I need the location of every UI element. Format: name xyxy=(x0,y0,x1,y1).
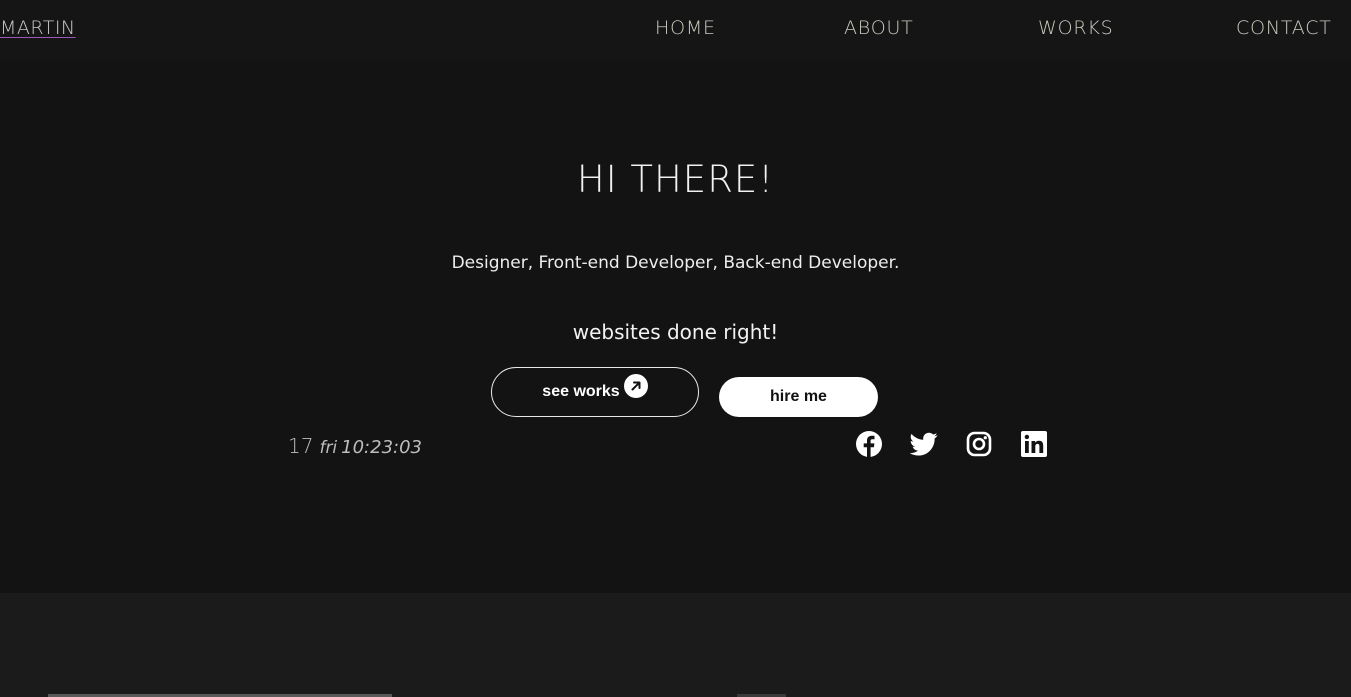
nav-link-contact[interactable]: CONTACT xyxy=(1236,17,1332,39)
navbar: MARTIN HOME ABOUT WORKS CONTACT xyxy=(0,0,1351,60)
nav-link-works[interactable]: WORKS xyxy=(1038,17,1113,39)
nav-link-about[interactable]: ABOUT xyxy=(844,17,914,39)
nav-link-home[interactable]: HOME xyxy=(655,17,716,39)
instagram-icon[interactable] xyxy=(965,430,993,458)
clock-time: 10:23:03 xyxy=(341,437,422,458)
hero-subtitle: Designer, Front-end Developer, Back-end … xyxy=(451,253,900,273)
linkedin-icon[interactable] xyxy=(1020,430,1048,458)
brand-logo-link[interactable]: MARTIN xyxy=(0,17,76,39)
see-works-button[interactable]: see works xyxy=(491,367,699,417)
see-works-label: see works xyxy=(542,383,620,400)
facebook-icon[interactable] xyxy=(855,430,883,458)
next-section xyxy=(0,593,1351,697)
clock-day: fri xyxy=(319,438,338,458)
hero-title: HI THERE! xyxy=(576,158,775,201)
clock-date: 17 xyxy=(288,434,314,458)
twitter-icon[interactable] xyxy=(909,430,938,458)
date-time-display: 17 fri 10:23:03 xyxy=(288,434,422,458)
hero-tagline: websites done right! xyxy=(572,320,779,344)
arrow-up-right-icon xyxy=(623,374,648,398)
hero-section: HI THERE! Designer, Front-end Developer,… xyxy=(0,60,1351,593)
hire-me-button[interactable]: hire me xyxy=(719,377,878,417)
